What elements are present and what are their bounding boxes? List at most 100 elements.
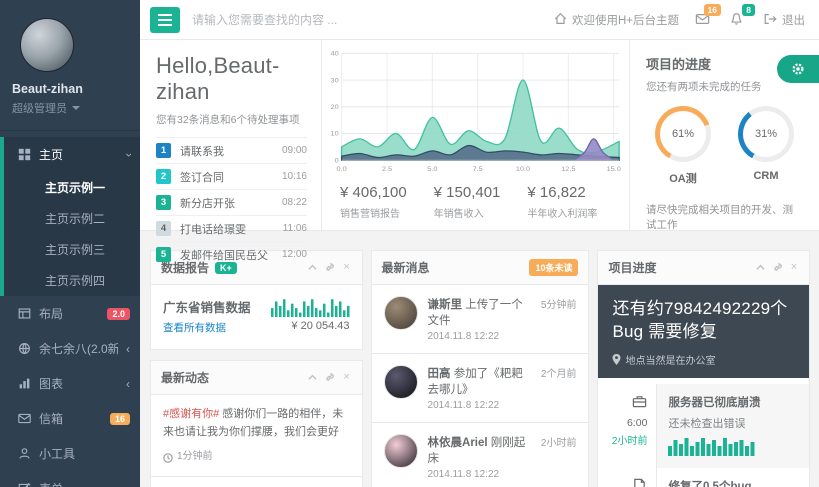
todo-number-badge: 4	[156, 221, 171, 236]
wrench-icon[interactable]	[325, 263, 335, 273]
profile-section: Beaut-zihan 超级管理员	[0, 0, 140, 131]
todo-number-badge: 3	[156, 195, 171, 210]
sidebar-item-widgets[interactable]: 小工具	[0, 436, 140, 471]
post-meta: 1分钟前	[163, 449, 350, 466]
donut-percent: 31%	[743, 111, 789, 157]
todo-item[interactable]: 1请联系我09:00	[156, 137, 307, 163]
sidebar-item-forms[interactable]: 表单‹	[0, 471, 140, 487]
message-item[interactable]: 林依晨Ariel 刚刚起床2014.11.8 12:222小时前	[372, 423, 589, 487]
welcome-link[interactable]: 欢迎使用H+后台主题	[553, 12, 679, 28]
theme-settings-button[interactable]	[777, 55, 819, 83]
message-date: 2014.11.8 12:22	[428, 469, 531, 480]
close-icon[interactable]: ×	[342, 263, 352, 273]
chevron-icon: ‹	[126, 344, 130, 354]
menu-toggle-button[interactable]	[150, 7, 180, 33]
sidebar-item-misc[interactable]: 余七余八(2.0新增)‹	[0, 331, 140, 366]
wrench-icon[interactable]	[772, 263, 782, 273]
envelope-icon	[18, 412, 31, 425]
topbar-right: 欢迎使用H+后台主题 16 8 退出	[553, 12, 805, 28]
close-icon[interactable]: ×	[342, 373, 352, 383]
sidebar-group-forms: 表单‹	[0, 471, 140, 487]
todo-item[interactable]: 4打电话给璟雯11:06	[156, 215, 307, 241]
timeline-item: 7:003小时前修复了0.5个bug重启服务	[598, 468, 809, 487]
todo-item[interactable]: 3新分店开张08:22	[156, 189, 307, 215]
sidebar-item-layouts[interactable]: 布局2.0	[0, 296, 140, 331]
message-item[interactable]: 田高 参加了《耙耙去哪儿》2014.11.8 12:222个月前	[372, 354, 589, 423]
sidebar-subitem-home-1[interactable]: 主页示例一	[4, 172, 140, 203]
timeline-content: 服务器已彻底崩溃还未检查出错误	[656, 384, 809, 468]
sidebar-subitem-home-2[interactable]: 主页示例二	[4, 203, 140, 234]
message-sender[interactable]: 林依晨Ariel	[428, 437, 488, 449]
gear-icon	[791, 62, 805, 76]
message-time: 5分钟前	[541, 296, 577, 342]
latest-messages-header: 最新消息 10条未读	[372, 251, 589, 285]
todo-item[interactable]: 5发邮件给国民岳父12:00	[156, 241, 307, 267]
report-sparkline	[271, 297, 350, 317]
user-icon	[18, 447, 31, 460]
sidebar-item-label: 布局	[39, 305, 99, 322]
stat-item: ¥ 150,401年销售收入	[434, 184, 518, 220]
collapse-icon[interactable]	[308, 373, 318, 383]
widgets-row: 数据报告 K+ × 广东省销售数据 查看所有数据 ¥ 20	[140, 231, 819, 487]
donut-CRM: 31%CRM	[733, 106, 799, 186]
welcome-text: 欢迎使用H+后台主题	[572, 12, 679, 28]
sidebar-group-widgets: 小工具	[0, 436, 140, 471]
chevron-icon: ‹	[126, 379, 130, 389]
sidebar-item-mailbox[interactable]: 信箱16	[0, 401, 140, 436]
user-role-dropdown[interactable]: 超级管理员	[12, 100, 128, 116]
user-avatar[interactable]	[20, 18, 74, 72]
sidebar-item-home[interactable]: 主页‹	[4, 137, 140, 172]
stat-label: 销售营销报告	[340, 205, 424, 220]
briefcase-icon	[632, 394, 647, 409]
message-sender[interactable]: 田高	[428, 368, 451, 380]
sidebar-item-badge: 16	[110, 413, 130, 425]
sidebar-item-label: 小工具	[39, 445, 130, 462]
user-name: Beaut-zihan	[12, 82, 128, 96]
search-input[interactable]	[192, 13, 541, 27]
collapse-icon[interactable]	[755, 263, 765, 273]
bar-chart-icon	[18, 377, 31, 390]
collapse-icon[interactable]	[308, 263, 318, 273]
bell-icon[interactable]: 8	[729, 12, 747, 28]
post-tag-link[interactable]: #感谢有你#	[163, 408, 219, 420]
stat-item: ¥ 406,100销售营销报告	[340, 184, 424, 220]
greeting-subtitle: 您有32条消息和6个待处理事项	[156, 112, 307, 127]
message-item[interactable]: 谦斯里 上传了一个文件2014.11.8 12:225分钟前	[372, 285, 589, 354]
sidebar-nav: 主页‹主页示例一主页示例二主页示例三主页示例四布局2.0余七余八(2.0新增)‹…	[0, 137, 140, 487]
edit-icon	[18, 482, 31, 487]
close-icon[interactable]: ×	[789, 263, 799, 273]
message-sender[interactable]: 谦斯里	[428, 299, 463, 311]
globe-icon	[18, 342, 31, 355]
greeting-title: Hello,Beaut-zihan	[156, 53, 307, 105]
sidebar-item-charts[interactable]: 图表‹	[0, 366, 140, 401]
map-pin-icon	[612, 354, 621, 365]
donut-label: OA测	[650, 170, 716, 186]
svg-text:5.0: 5.0	[427, 166, 437, 173]
svg-text:15.0: 15.0	[607, 166, 621, 173]
wrench-icon[interactable]	[325, 373, 335, 383]
todo-item[interactable]: 2签订合同10:16	[156, 163, 307, 189]
sidebar-item-label: 主页	[39, 146, 118, 163]
stat-item: ¥ 16,822半年收入利润率	[527, 184, 611, 220]
logout-button[interactable]: 退出	[763, 12, 805, 28]
stat-label: 半年收入利润率	[527, 205, 611, 220]
svg-text:30: 30	[331, 78, 339, 85]
column-left: 数据报告 K+ × 广东省销售数据 查看所有数据 ¥ 20	[150, 250, 363, 487]
todo-text: 新分店开张	[171, 195, 282, 211]
view-all-data-link[interactable]: 查看所有数据	[163, 320, 226, 335]
progress-note: 请尽快完成相关项目的开发、测试工作	[646, 202, 803, 232]
svg-text:20: 20	[331, 104, 339, 111]
timeline-item: 6:002小时前服务器已彻底崩溃还未检查出错误	[598, 384, 809, 468]
latest-messages-panel: 最新消息 10条未读 谦斯里 上传了一个文件2014.11.8 12:225分钟…	[371, 250, 590, 487]
donut-OA测: 61%OA测	[650, 106, 716, 186]
th-large-icon	[18, 148, 31, 161]
mail-icon[interactable]: 16	[695, 12, 713, 28]
sidebar-subitem-home-3[interactable]: 主页示例三	[4, 234, 140, 265]
sidebar-subitem-home-4[interactable]: 主页示例四	[4, 265, 140, 296]
sidebar-submenu: 主页示例一主页示例二主页示例三主页示例四	[4, 172, 140, 296]
summary-row: Hello,Beaut-zihan 您有32条消息和6个待处理事项 1请联系我0…	[140, 40, 819, 231]
sidebar-group-layouts: 布局2.0	[0, 296, 140, 331]
panel-tools: ×	[755, 263, 799, 273]
sign-out-icon	[763, 12, 777, 28]
sidebar-item-label: 表单	[39, 480, 118, 487]
